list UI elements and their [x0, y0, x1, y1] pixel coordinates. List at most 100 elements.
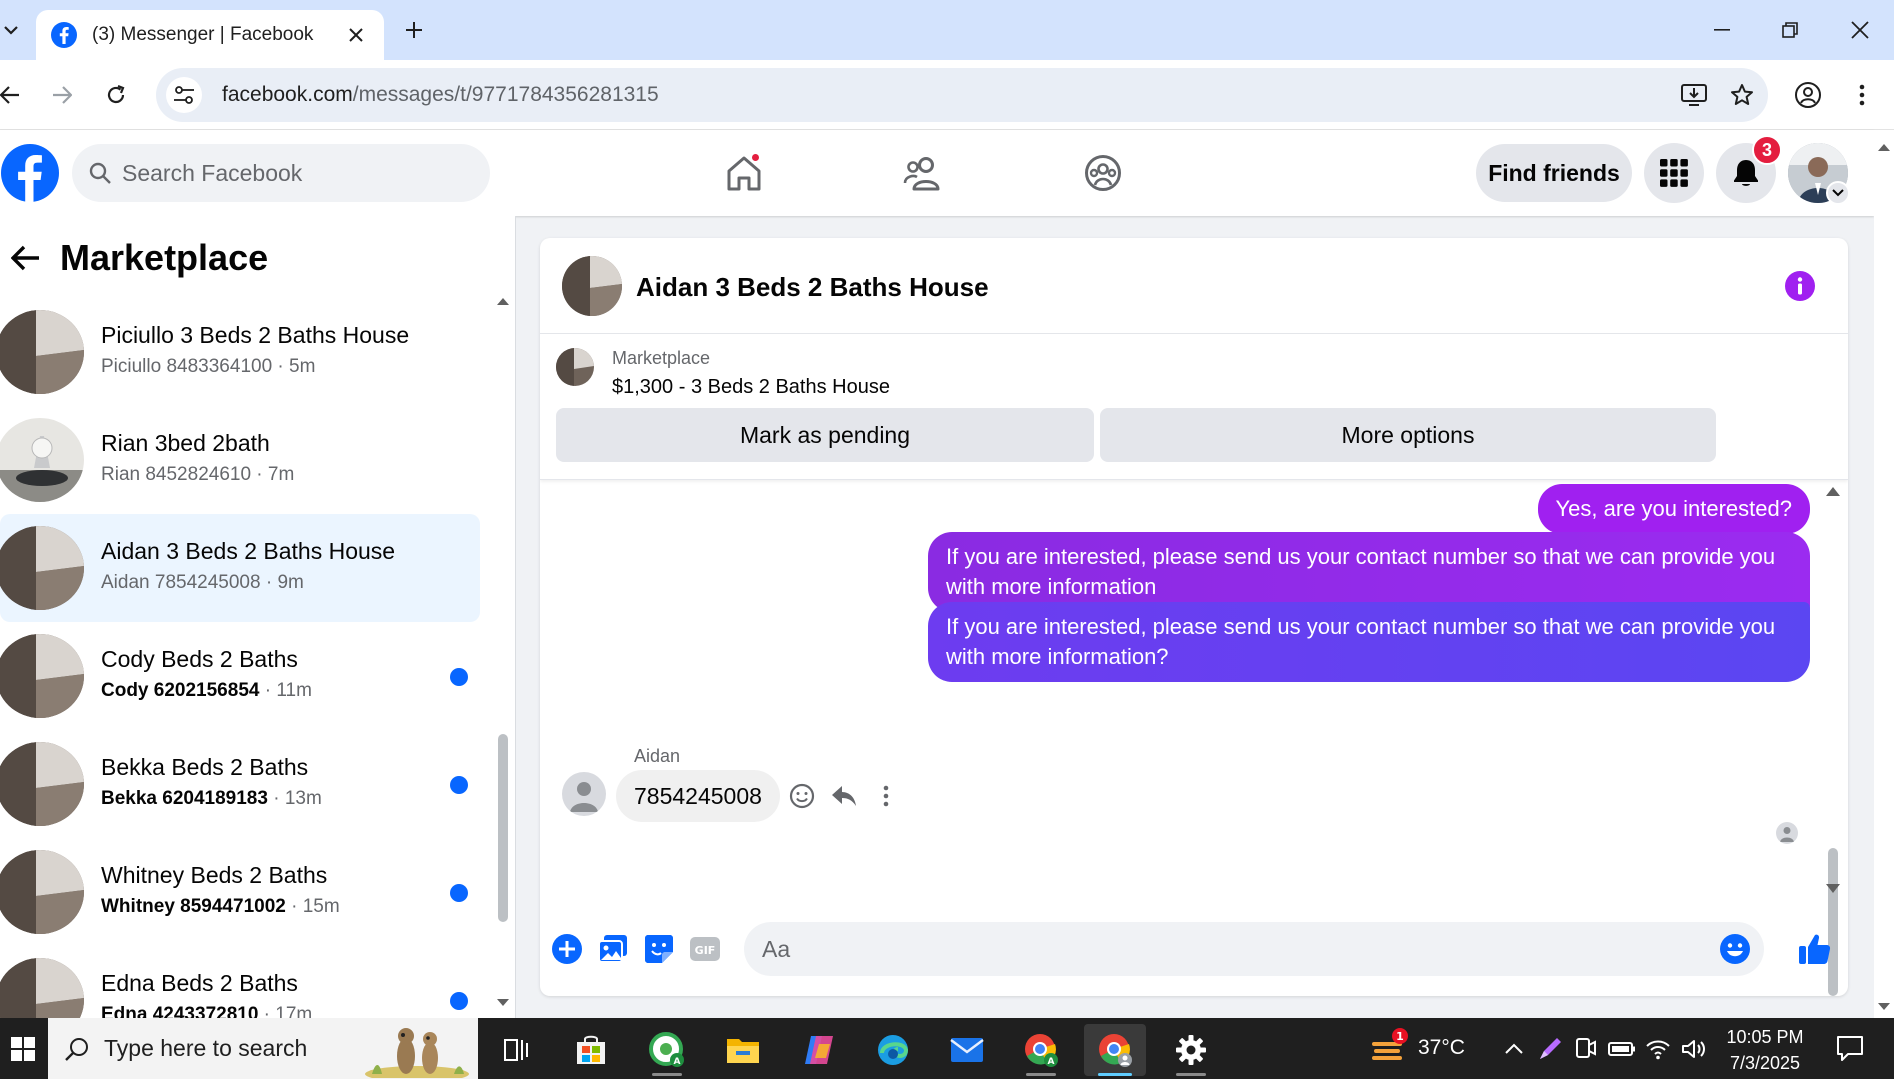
sidebar-back-button[interactable] — [4, 236, 48, 280]
nav-friends[interactable] — [893, 148, 953, 198]
gif-button[interactable]: GIF — [688, 932, 722, 966]
taskbar-chrome-profile-a[interactable]: A — [636, 1024, 698, 1076]
window-close-button[interactable] — [1836, 10, 1884, 50]
conversation-item[interactable]: Piciullo 3 Beds 2 Baths House Piciullo 8… — [0, 298, 480, 406]
listing-title[interactable]: $1,300 - 3 Beds 2 Baths House — [612, 376, 890, 399]
close-icon — [349, 28, 363, 42]
react-button[interactable] — [786, 780, 818, 812]
tray-wifi-button[interactable] — [1644, 1035, 1672, 1063]
start-button[interactable] — [0, 1018, 46, 1079]
taskbar-mail[interactable] — [936, 1024, 998, 1076]
taskbar-chrome-active[interactable] — [1084, 1024, 1146, 1076]
meerkat-search-highlight-image — [365, 1028, 469, 1078]
read-receipt-avatar — [1776, 822, 1798, 844]
chat-title[interactable]: Aidan 3 Beds 2 Baths House — [636, 272, 989, 303]
account-menu-chevron[interactable] — [1826, 181, 1850, 205]
speaker-icon — [1682, 1040, 1705, 1058]
sender-avatar[interactable] — [562, 772, 606, 816]
nav-groups[interactable] — [1073, 148, 1133, 198]
taskbar-clock[interactable]: 10:05 PM 7/3/2025 — [1720, 1024, 1810, 1076]
conversation-item[interactable]: Whitney Beds 2 Baths Whitney 8594471002 … — [0, 838, 480, 946]
scroll-down-arrow-icon — [497, 999, 509, 1006]
taskbar-edge[interactable] — [862, 1024, 924, 1076]
mark-as-pending-button[interactable]: Mark as pending — [556, 408, 1094, 462]
more-options-button[interactable]: More options — [1100, 408, 1716, 462]
outgoing-message[interactable]: If you are interested, please send us yo… — [928, 532, 1810, 612]
taskbar-settings[interactable] — [1160, 1024, 1222, 1076]
back-button[interactable] — [0, 75, 30, 115]
address-bar[interactable]: facebook.com/messages/t/9771784356281315 — [156, 68, 1768, 122]
url-path: /messages/t/9771784356281315 — [352, 83, 659, 106]
menu-button[interactable] — [1644, 143, 1704, 203]
more-actions-button[interactable] — [550, 932, 584, 966]
conversation-item[interactable]: Cody Beds 2 Baths Cody 6202156854 · 11m — [0, 622, 480, 730]
window-minimize-button[interactable] — [1698, 10, 1746, 50]
show-hidden-icons-button[interactable] — [1500, 1035, 1528, 1063]
listing-thumbnail[interactable] — [556, 348, 594, 386]
install-app-button[interactable] — [1674, 75, 1714, 115]
tab-search-dropdown[interactable] — [0, 0, 22, 60]
sidebar-scroll-thumb[interactable] — [498, 734, 508, 922]
thumbs-up-icon — [1799, 934, 1831, 964]
taskbar-chrome-profile-b[interactable]: A — [1010, 1024, 1072, 1076]
browser-tab-messenger[interactable]: (3) Messenger | Facebook — [36, 10, 384, 60]
notifications-button[interactable]: 3 — [1716, 135, 1782, 203]
site-info-button[interactable] — [166, 77, 202, 113]
bookmark-star-button[interactable] — [1722, 75, 1762, 115]
listing-thumbnail — [0, 958, 84, 1018]
browser-menu-button[interactable] — [1842, 75, 1882, 115]
message-more-button[interactable] — [870, 780, 902, 812]
attach-photo-button[interactable] — [596, 932, 630, 966]
tray-battery-button[interactable] — [1608, 1035, 1636, 1063]
forward-button[interactable] — [42, 75, 82, 115]
default-user-icon — [570, 782, 598, 812]
reply-button[interactable] — [828, 780, 860, 812]
conversation-item[interactable]: Rian 3bed 2bath Rian 8452824610 · 7m — [0, 406, 480, 514]
weather-widget[interactable]: 1 — [1370, 1026, 1410, 1070]
taskbar-microsoft-store[interactable] — [560, 1024, 622, 1076]
gif-icon: GIF — [690, 937, 720, 961]
taskbar-task-view[interactable] — [484, 1024, 546, 1076]
tab-close-button[interactable] — [342, 21, 370, 49]
new-tab-button[interactable] — [398, 14, 430, 46]
scroll-up-arrow-icon — [1878, 144, 1890, 151]
taskbar-copilot[interactable] — [788, 1024, 850, 1076]
like-button[interactable] — [1798, 932, 1832, 966]
plus-icon — [406, 22, 422, 38]
info-icon[interactable] — [1784, 270, 1816, 302]
notification-center-icon[interactable] — [1834, 1032, 1866, 1064]
window-restore-button[interactable] — [1766, 10, 1814, 50]
sticker-button[interactable] — [642, 932, 676, 966]
nav-home[interactable] — [714, 148, 774, 198]
running-indicator — [1098, 1073, 1132, 1076]
profile-account-button[interactable] — [1788, 75, 1828, 115]
scroll-down-arrow-icon[interactable] — [1824, 882, 1842, 896]
temperature-text: 37°C — [1418, 1036, 1465, 1059]
conversation-item-active[interactable]: Aidan 3 Beds 2 Baths House Aidan 7854245… — [0, 514, 480, 622]
chat-listing-avatar[interactable] — [562, 256, 622, 316]
facebook-search-input[interactable]: Search Facebook — [72, 144, 490, 202]
taskbar-search-box[interactable]: Type here to search — [48, 1018, 478, 1079]
tray-pen-icon-button[interactable] — [1536, 1035, 1564, 1063]
facebook-logo-icon[interactable] — [0, 143, 60, 203]
outgoing-message[interactable]: Yes, are you interested? — [1537, 484, 1810, 534]
outgoing-message[interactable]: If you are interested, please send us yo… — [928, 602, 1810, 682]
incoming-sender-name: Aidan — [634, 746, 681, 766]
url-text[interactable]: facebook.com/messages/t/9771784356281315 — [222, 83, 1666, 107]
svg-text:GIF: GIF — [695, 944, 716, 957]
svg-text:A: A — [1048, 1057, 1055, 1067]
conversation-item[interactable]: Edna Beds 2 Baths Edna 4243372810 · 17m — [0, 946, 480, 1018]
incoming-message[interactable]: 7854245008 — [616, 770, 780, 822]
taskbar-file-explorer[interactable] — [712, 1024, 774, 1076]
more-vertical-icon — [883, 785, 889, 807]
tray-meet-now-button[interactable] — [1572, 1035, 1600, 1063]
reply-icon — [832, 786, 856, 806]
conversation-item[interactable]: Bekka Beds 2 Baths Bekka 6204189183 · 13… — [0, 730, 480, 838]
emoji-icon[interactable] — [1718, 932, 1752, 966]
find-friends-button[interactable]: Find friends — [1476, 144, 1632, 202]
message-input[interactable]: Aa — [744, 922, 1764, 976]
reload-button[interactable] — [96, 75, 136, 115]
tray-volume-button[interactable] — [1680, 1035, 1708, 1063]
page-scrollbar[interactable] — [1874, 130, 1894, 1018]
scroll-up-arrow-icon[interactable] — [1824, 484, 1842, 498]
